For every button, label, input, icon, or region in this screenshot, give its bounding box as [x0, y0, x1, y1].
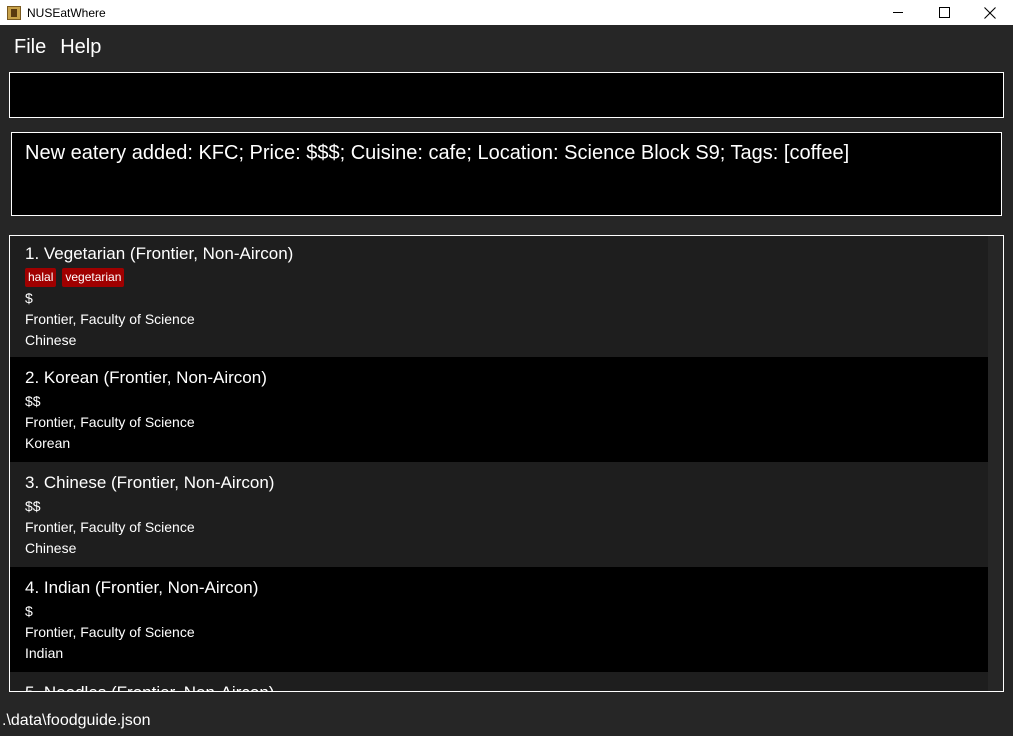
- eatery-title: 2. Korean (Frontier, Non-Aircon): [25, 368, 267, 387]
- maximize-icon: [938, 7, 950, 18]
- window-title: NUSEatWhere: [27, 5, 106, 20]
- eatery-card[interactable]: 2. Korean (Frontier, Non-Aircon) $$ Fron…: [10, 357, 989, 462]
- list-scrollbar[interactable]: [988, 236, 1003, 691]
- eatery-title: 1. Vegetarian (Frontier, Non-Aircon): [25, 244, 294, 263]
- close-button[interactable]: [967, 0, 1013, 25]
- close-icon: [984, 6, 996, 19]
- eatery-list[interactable]: 1. Vegetarian (Frontier, Non-Aircon) hal…: [9, 235, 1004, 692]
- title-bar: NUSEatWhere: [0, 0, 1013, 25]
- minimize-button[interactable]: [875, 0, 921, 25]
- save-file-path: .\data\foodguide.json: [2, 712, 151, 729]
- command-input[interactable]: [9, 72, 1004, 118]
- eatery-title: 3. Chinese (Frontier, Non-Aircon): [25, 473, 275, 492]
- menu-bar: File Help: [0, 27, 1013, 67]
- eatery-price: $: [25, 290, 33, 306]
- eatery-title: 4. Indian (Frontier, Non-Aircon): [25, 578, 259, 597]
- maximize-button[interactable]: [921, 0, 967, 25]
- eatery-price: $$: [25, 498, 41, 514]
- eatery-cuisine: Chinese: [25, 332, 77, 348]
- eatery-location: Frontier, Faculty of Science: [25, 414, 195, 430]
- eatery-tags: halal vegetarian: [25, 268, 989, 287]
- tag-badge: vegetarian: [62, 268, 125, 287]
- eatery-cuisine: Korean: [25, 435, 71, 451]
- eatery-title: 5. Noodles (Frontier, Non-Aircon): [25, 682, 989, 691]
- eatery-location: Frontier, Faculty of Science: [25, 624, 195, 640]
- eatery-card[interactable]: 4. Indian (Frontier, Non-Aircon) $ Front…: [10, 567, 989, 672]
- eatery-price: $$: [25, 393, 41, 409]
- eatery-price: $: [25, 603, 33, 619]
- eatery-location: Frontier, Faculty of Science: [25, 311, 195, 327]
- result-display: New eatery added: KFC; Price: $$$; Cuisi…: [11, 132, 1002, 216]
- menu-file[interactable]: File: [7, 36, 53, 59]
- eatery-location: Frontier, Faculty of Science: [25, 519, 195, 535]
- eatery-card[interactable]: 3. Chinese (Frontier, Non-Aircon) $$ Fro…: [10, 462, 989, 567]
- window-controls: [875, 0, 1013, 25]
- eatery-cuisine: Indian: [25, 645, 64, 661]
- eatery-cuisine: Chinese: [25, 540, 77, 556]
- minimize-icon: [892, 12, 903, 13]
- eatery-card[interactable]: 1. Vegetarian (Frontier, Non-Aircon) hal…: [10, 236, 989, 357]
- tag-badge: halal: [25, 268, 57, 287]
- eatery-card[interactable]: 5. Noodles (Frontier, Non-Aircon): [10, 672, 989, 691]
- app-icon: [7, 5, 21, 20]
- result-display-text: New eatery added: KFC; Price: $$$; Cuisi…: [25, 142, 850, 164]
- menu-help[interactable]: Help: [53, 36, 108, 59]
- status-bar: .\data\foodguide.json: [0, 706, 1013, 736]
